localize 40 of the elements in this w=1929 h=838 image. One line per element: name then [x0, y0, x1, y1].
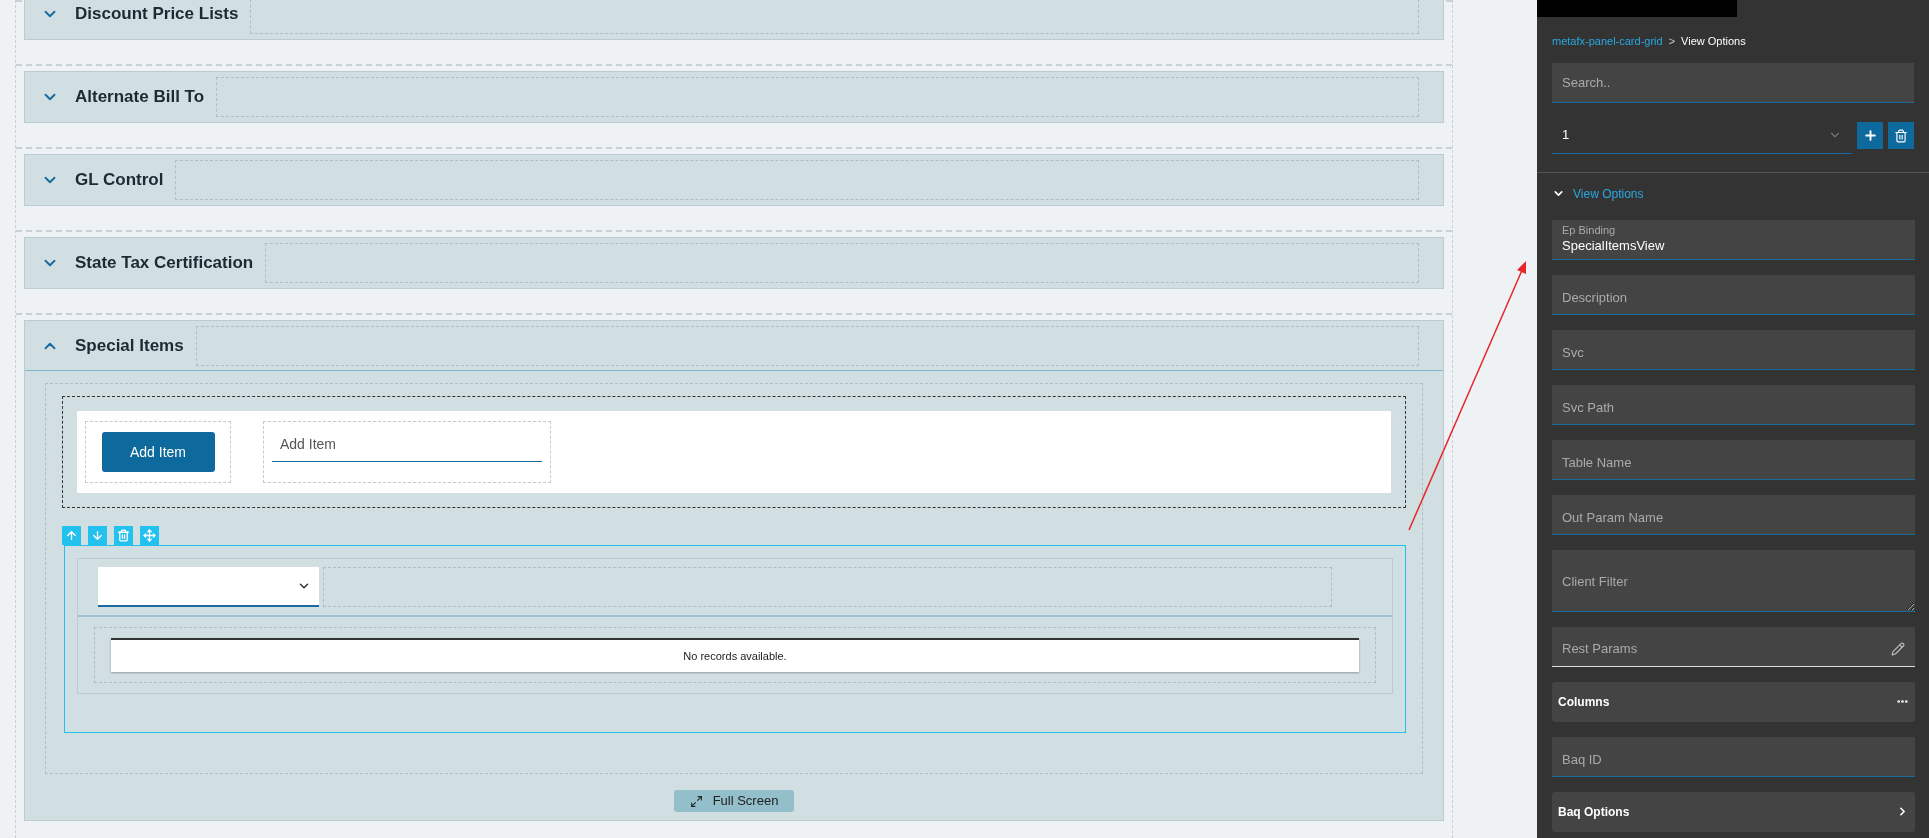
text-field[interactable]: Svc [1552, 329, 1915, 370]
section-title[interactable]: GL Control [75, 167, 164, 193]
search-field[interactable]: Search.. [1552, 62, 1914, 103]
group-label: Columns [1558, 693, 1610, 711]
select-field[interactable]: 1 [1552, 117, 1852, 154]
add-item-field[interactable]: Add Item [272, 434, 542, 462]
add-button[interactable] [1857, 122, 1883, 149]
expand-icon [689, 794, 703, 808]
group-label: Baq Options [1558, 803, 1630, 821]
breadcrumb-link[interactable]: metafx-panel-card-grid [1552, 33, 1663, 50]
ep-binding-field[interactable]: Ep Binding SpecialItemsView [1552, 219, 1915, 260]
select-value: 1 [1562, 126, 1570, 145]
section-title[interactable]: Special Items [75, 332, 184, 359]
rest-params-field[interactable]: Rest Params [1552, 626, 1915, 667]
full-screen-button[interactable]: Full Screen [673, 790, 795, 812]
field-placeholder: Rest Params [1562, 640, 1638, 659]
field-value: SpecialItemsView [1562, 236, 1666, 255]
text-field[interactable]: Description [1552, 274, 1915, 315]
field-frame[interactable]: Add Item [263, 421, 551, 483]
section-title[interactable]: Alternate Bill To [75, 84, 205, 110]
text-field[interactable]: Out Param Name [1552, 494, 1915, 535]
breadcrumb-current: View Options [1681, 34, 1746, 49]
property-group-row[interactable]: Baq Options [1552, 791, 1915, 832]
text-area[interactable]: Client Filter [1552, 549, 1915, 612]
field-label: Ep Binding [1562, 222, 1617, 237]
property-group-row[interactable]: Columns [1552, 681, 1915, 722]
plus-icon [1862, 128, 1878, 143]
text-field[interactable]: Svc Path [1552, 384, 1915, 425]
empty-grid-message: No records available. [683, 648, 787, 664]
pencil-icon[interactable] [1891, 642, 1905, 656]
group-title[interactable]: View Options [1573, 184, 1644, 203]
section-title[interactable]: Discount Price Lists [75, 1, 239, 27]
delete-button[interactable] [1888, 122, 1914, 149]
view-select-field[interactable] [98, 567, 319, 607]
section-title[interactable]: State Tax Certification [75, 250, 254, 276]
text-field[interactable]: Table Name [1552, 439, 1915, 480]
add-item-button[interactable]: Add Item [101, 432, 215, 472]
trash-icon [1894, 128, 1908, 143]
breadcrumb-separator: > [1668, 34, 1676, 49]
text-field[interactable]: Baq ID [1552, 736, 1915, 777]
